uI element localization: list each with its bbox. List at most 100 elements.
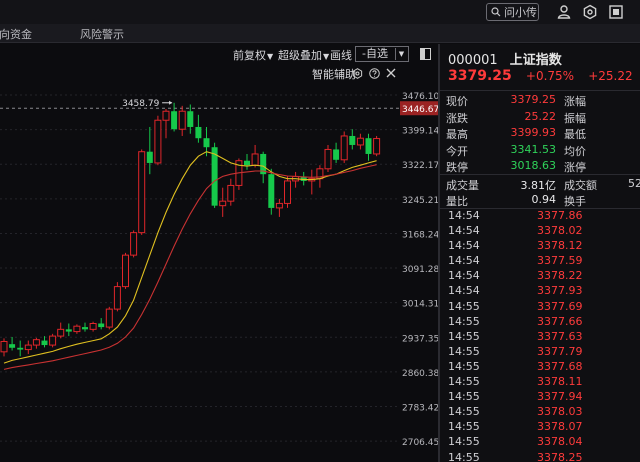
settings-icon[interactable] bbox=[582, 4, 598, 20]
tick-row: 14:55 3377.79 bbox=[440, 344, 640, 359]
candle-body bbox=[178, 110, 186, 130]
stat-row: 成交量 3.81亿 成交额 52 bbox=[440, 175, 640, 192]
tick-price: 3377.79 bbox=[537, 344, 583, 358]
chart-toolbar: 前复权▼ 超级叠加▼ 画线 -自选 ▼ bbox=[0, 44, 437, 64]
tick-row: 14:55 3377.66 bbox=[440, 314, 640, 329]
candle-body bbox=[171, 111, 178, 130]
stat-value: 3399.93 bbox=[510, 126, 557, 139]
tab-risk-warning[interactable]: 风险警示 bbox=[80, 26, 124, 42]
tick-row: 14:55 3378.07 bbox=[440, 419, 640, 434]
candle-body bbox=[41, 340, 48, 346]
panel-layout-icon[interactable] bbox=[420, 48, 431, 60]
tab-capital-flow[interactable]: 向资金 bbox=[0, 26, 32, 42]
tick-time: 14:55 bbox=[448, 420, 480, 434]
candle-body bbox=[187, 111, 194, 127]
stat-row: 现价 3379.25 涨幅 bbox=[440, 91, 640, 108]
tick-time: 14:55 bbox=[448, 450, 480, 462]
ask-search-box[interactable]: 问小传 bbox=[486, 3, 539, 21]
candle-body bbox=[211, 147, 218, 206]
stat-value: 3341.53 bbox=[510, 142, 557, 156]
y-tick-label: 2937.35 bbox=[402, 334, 438, 344]
ask-search-label: 问小传 bbox=[504, 6, 537, 19]
candle-body bbox=[122, 254, 129, 288]
candle-body bbox=[275, 202, 283, 209]
stat-value: 3379.25 bbox=[510, 93, 557, 106]
tick-price: 3377.86 bbox=[537, 209, 583, 222]
candle-body bbox=[365, 138, 372, 154]
stock-code: 000001 bbox=[448, 53, 498, 68]
candle-body bbox=[73, 325, 81, 333]
gear-icon[interactable] bbox=[352, 68, 363, 79]
y-tick-label: 3245.21 bbox=[402, 196, 438, 206]
kline-chart[interactable]: 3476.10 3399.14 3322.17 3245.21 3168.24 3091.… bbox=[0, 82, 438, 462]
tick-time: 14:55 bbox=[448, 344, 480, 358]
stat-label: 跌停 bbox=[446, 161, 468, 174]
change-value: +25.22 bbox=[588, 69, 633, 83]
stat-row: 今开 3341.53 均价 bbox=[440, 141, 640, 158]
user-icon[interactable] bbox=[556, 4, 572, 20]
change-percent: +0.75% bbox=[525, 69, 575, 83]
candle-body bbox=[49, 335, 57, 346]
candle-body bbox=[154, 119, 162, 164]
tick-time: 14:54 bbox=[448, 224, 480, 238]
tick-row: 14:55 3377.69 bbox=[440, 299, 640, 314]
tick-row: 14:55 3378.11 bbox=[440, 374, 640, 389]
chevron-down-icon: ▼ bbox=[395, 48, 407, 60]
tick-row: 14:54 3377.59 bbox=[440, 253, 640, 268]
tick-row: 14:54 3378.02 bbox=[440, 223, 640, 238]
candle-body bbox=[340, 135, 348, 161]
tick-row: 14:55 3378.04 bbox=[440, 434, 640, 449]
close-icon[interactable] bbox=[386, 68, 396, 78]
candle-body bbox=[162, 110, 170, 121]
candle-body bbox=[130, 232, 138, 256]
y-tick-label: 3476.10 bbox=[402, 92, 438, 102]
tick-time: 14:54 bbox=[448, 239, 480, 253]
max-price-annotation: 3458.79 bbox=[122, 99, 159, 109]
search-icon bbox=[491, 7, 501, 17]
tick-price: 3378.25 bbox=[537, 450, 583, 462]
candle-body bbox=[32, 339, 40, 346]
candle-body bbox=[105, 308, 113, 328]
candle-body bbox=[284, 180, 291, 204]
stat-row: 量比 0.94 换手 bbox=[440, 191, 640, 208]
smart-assist-button[interactable]: 智能辅助 bbox=[312, 66, 356, 82]
tabs-row: 向资金 风险警示 bbox=[0, 24, 640, 43]
overlay-label: 超级叠加 bbox=[278, 49, 322, 62]
max-price-arrowhead bbox=[169, 100, 173, 105]
tick-time: 14:55 bbox=[448, 359, 480, 373]
draw-line-button[interactable]: 画线 bbox=[330, 47, 352, 63]
tick-row: 14:55 3378.25 bbox=[440, 450, 640, 462]
tick-row: 14:55 3377.63 bbox=[440, 329, 640, 344]
candle-body bbox=[333, 149, 340, 160]
window-toggle-icon[interactable] bbox=[608, 4, 624, 20]
tick-time: 14:54 bbox=[448, 254, 480, 268]
y-tick-label: 2783.42 bbox=[402, 403, 438, 413]
candle-body bbox=[195, 126, 202, 139]
tick-price: 3377.68 bbox=[537, 359, 583, 373]
assist-row: 智能辅助 bbox=[0, 64, 437, 82]
stat-label-secondary: 换手 bbox=[564, 195, 586, 208]
overlay-dropdown[interactable]: 超级叠加▼ bbox=[278, 47, 329, 63]
tick-price: 3378.11 bbox=[537, 375, 583, 389]
tick-row: 14:55 3377.68 bbox=[440, 359, 640, 374]
help-icon[interactable] bbox=[369, 68, 380, 79]
tick-price: 3377.69 bbox=[537, 299, 583, 313]
stat-value: 0.94 bbox=[531, 193, 557, 206]
stock-name: 上证指数 bbox=[509, 53, 562, 68]
candle-body bbox=[227, 184, 235, 202]
tick-price: 3377.93 bbox=[537, 284, 583, 298]
tick-price: 3377.66 bbox=[537, 314, 583, 328]
tick-price: 3378.02 bbox=[537, 224, 583, 238]
adjust-price-dropdown[interactable]: 前复权▼ bbox=[233, 47, 273, 63]
y-tick-label: 3091.28 bbox=[402, 265, 438, 275]
tick-time: 14:55 bbox=[448, 435, 480, 449]
candle-body bbox=[349, 135, 356, 145]
candle-body bbox=[82, 327, 88, 330]
self-select-dropdown[interactable]: -自选 ▼ bbox=[355, 46, 409, 62]
tick-list[interactable]: 14:54 3377.86 14:54 3378.02 14:54 3378.12 14:5… bbox=[440, 208, 640, 462]
stat-label-secondary: 涨停 bbox=[564, 161, 586, 174]
tick-price: 3378.22 bbox=[537, 269, 583, 283]
tick-price: 3378.04 bbox=[537, 435, 583, 449]
caret-down-icon: ▼ bbox=[323, 52, 330, 61]
tick-time: 14:55 bbox=[448, 375, 480, 389]
